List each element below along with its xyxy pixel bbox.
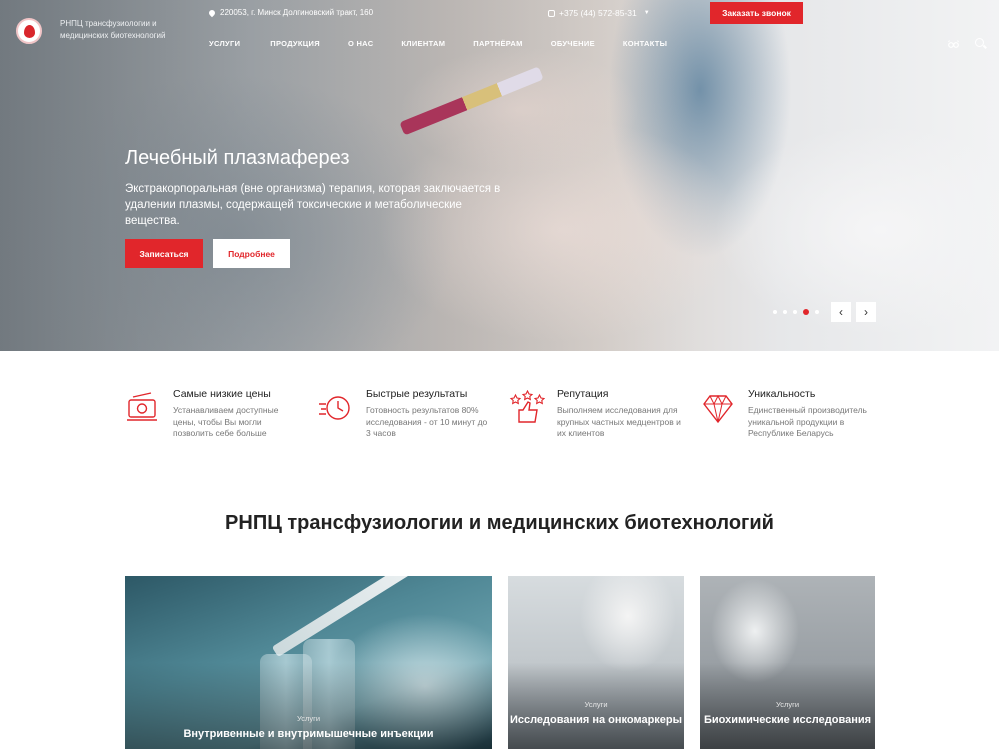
slider-dot[interactable] [783, 310, 787, 314]
feature-title: Репутация [557, 388, 609, 400]
feature-text: Единственный производитель уникальной пр… [748, 405, 867, 438]
callback-button[interactable]: Заказать звонок [710, 2, 803, 24]
slider-prev-button[interactable]: ‹ [831, 302, 851, 322]
chevron-left-icon: ‹ [839, 305, 843, 319]
nav-item-products[interactable]: ПРОДУКЦИЯ [270, 39, 320, 48]
hero-slider: РНПЦ трансфузиологии и медицинских биоте… [0, 0, 999, 351]
card-title[interactable]: Исследования на онкомаркеры [508, 713, 684, 727]
slider-next-button[interactable]: › [856, 302, 876, 322]
slider-dot-active[interactable] [803, 309, 809, 315]
clock-icon [319, 396, 350, 420]
org-name[interactable]: РНПЦ трансфузиологии и медицинских биоте… [60, 18, 190, 42]
feature-title: Быстрые результаты [366, 388, 468, 400]
card-category: Услуги [775, 700, 800, 709]
feature-text: Выполняем исследования для крупных частн… [557, 405, 681, 438]
nav-item-about[interactable]: О НАС [348, 39, 373, 48]
location-pin-icon [207, 8, 217, 17]
feature-text: Устанавливаем доступные цены, чтобы Вы м… [173, 405, 279, 438]
slider-dot[interactable] [773, 310, 777, 314]
nav-item-clients[interactable]: КЛИЕНТАМ [401, 39, 445, 48]
nav-item-contacts[interactable]: КОНТАКТЫ [623, 39, 667, 48]
feature-text: Готовность результатов 80% исследования … [366, 405, 488, 438]
card-title[interactable]: Биохимические исследования [700, 713, 875, 727]
chevron-down-icon[interactable]: ▼ [644, 10, 650, 16]
search-icon[interactable] [975, 38, 984, 47]
service-card[interactable]: Услуги Биохимические исследования [700, 576, 875, 749]
hero-description: Экстракорпоральная (вне организма) терап… [125, 183, 501, 227]
site-logo[interactable] [16, 18, 42, 44]
phone-icon [548, 9, 555, 17]
thumbs-up-stars-icon [509, 390, 545, 423]
address-text: 220053, г. Минск Долгиновский тракт, 160 [220, 8, 374, 17]
main-nav: УСЛУГИ ПРОДУКЦИЯ О НАС КЛИЕНТАМ ПАРТНЁРА… [209, 39, 667, 48]
nav-item-education[interactable]: ОБУЧЕНИЕ [551, 39, 595, 48]
header-address: 220053, г. Минск Долгиновский тракт, 160 [207, 8, 374, 17]
blood-drop-icon [24, 25, 35, 38]
feature-title: Уникальность [748, 388, 816, 400]
chevron-right-icon: › [864, 305, 868, 319]
header-phone[interactable]: +375 (44) 572-85-31 ▼ [548, 8, 650, 18]
slider-dots [773, 309, 819, 315]
card-category: Услуги [584, 700, 608, 709]
nav-item-services[interactable]: УСЛУГИ [209, 39, 240, 48]
card-shade [125, 576, 492, 749]
hero-image-overlay [0, 0, 999, 351]
accessibility-glasses-icon[interactable] [948, 40, 959, 48]
hero-title: Лечебный плазмаферез [125, 147, 350, 169]
phone-number[interactable]: +375 (44) 572-85-31 [559, 8, 637, 18]
diamond-icon [703, 394, 733, 424]
slider-dot[interactable] [793, 310, 797, 314]
signup-button[interactable]: Записаться [125, 239, 203, 268]
section-title: РНПЦ трансфузиологии и медицинских биоте… [225, 512, 774, 534]
more-button[interactable]: Подробнее [213, 239, 290, 268]
service-card[interactable]: Услуги Внутривенные и внутримышечные инъ… [125, 576, 492, 749]
money-icon [127, 392, 157, 421]
slider-dot[interactable] [815, 310, 819, 314]
service-card[interactable]: Услуги Исследования на онкомаркеры [508, 576, 684, 749]
card-category: Услуги [296, 714, 321, 723]
nav-item-partners[interactable]: ПАРТНЁРАМ [473, 39, 522, 48]
feature-title: Самые низкие цены [173, 388, 271, 400]
card-title[interactable]: Внутривенные и внутримышечные инъекции [125, 727, 492, 741]
